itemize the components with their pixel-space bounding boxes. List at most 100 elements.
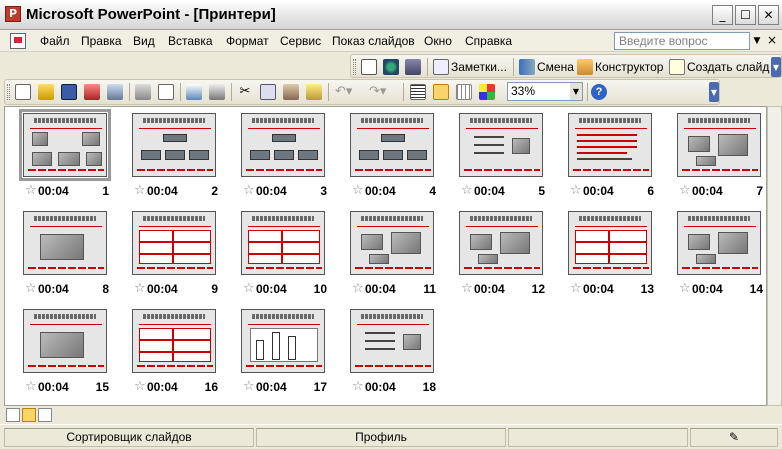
permission-icon[interactable]	[84, 84, 100, 100]
redo-icon[interactable]: ↷▾	[369, 84, 386, 100]
slideshow-view-icon[interactable]	[38, 408, 52, 422]
animation-star-icon[interactable]: ☆	[243, 281, 255, 296]
slide-thumbnail[interactable]	[241, 113, 325, 177]
slide-thumbnail[interactable]	[568, 113, 652, 177]
animation-star-icon[interactable]: ☆	[679, 183, 691, 198]
designer-button[interactable]: Конструктор	[595, 60, 663, 74]
animation-star-icon[interactable]: ☆	[352, 183, 364, 198]
animation-star-icon[interactable]: ☆	[134, 183, 146, 198]
maximize-button[interactable]: ☐	[735, 5, 756, 25]
undo-icon[interactable]: ↶▾	[335, 84, 352, 100]
chevron-down-icon[interactable]: ▼	[570, 83, 582, 100]
view-bar	[4, 407, 782, 424]
animation-star-icon[interactable]: ☆	[352, 281, 364, 296]
help-search-input[interactable]: Введите вопрос	[614, 32, 750, 50]
new-slide-icon[interactable]	[669, 59, 685, 75]
separator	[587, 83, 588, 101]
transition-icon[interactable]	[519, 59, 535, 75]
animation-star-icon[interactable]: ☆	[461, 281, 473, 296]
print-preview-icon[interactable]	[158, 84, 174, 100]
powerpoint-icon[interactable]: P	[5, 6, 21, 22]
menu-help[interactable]: Справка	[465, 34, 512, 48]
print-icon[interactable]	[135, 84, 151, 100]
animation-star-icon[interactable]: ☆	[134, 281, 146, 296]
transition-button[interactable]: Смена	[537, 60, 574, 74]
notes-icon[interactable]	[433, 59, 449, 75]
spelling-status-icon[interactable]: ✎	[690, 428, 778, 447]
animation-star-icon[interactable]: ☆	[679, 281, 691, 296]
animation-star-icon[interactable]: ☆	[25, 379, 37, 394]
toolbar-options-icon[interactable]: ▼	[709, 82, 719, 102]
animation-star-icon[interactable]: ☆	[25, 281, 37, 296]
toolbar-grip[interactable]	[7, 84, 10, 100]
slide-thumbnail[interactable]	[132, 113, 216, 177]
separator	[231, 83, 232, 101]
grid-icon[interactable]	[456, 84, 472, 100]
animation-star-icon[interactable]: ☆	[352, 379, 364, 394]
slide-thumbnail[interactable]	[241, 309, 325, 373]
menu-insert[interactable]: Вставка	[168, 34, 213, 48]
vertical-scrollbar[interactable]	[767, 106, 782, 406]
animation-star-icon[interactable]: ☆	[134, 379, 146, 394]
status-template: Профиль	[256, 428, 506, 447]
slide-thumbnail[interactable]	[568, 211, 652, 275]
spelling-icon[interactable]	[186, 84, 202, 100]
menu-edit[interactable]: Правка	[81, 34, 122, 48]
slide-sorter-view-icon[interactable]	[22, 408, 36, 422]
email-icon[interactable]	[107, 84, 123, 100]
close-button[interactable]: ✕	[758, 5, 779, 25]
menu-view[interactable]: Вид	[133, 34, 155, 48]
notes-button[interactable]: Заметки...	[451, 60, 507, 74]
zoom-select[interactable]: 33% ▼	[507, 82, 583, 101]
animation-star-icon[interactable]: ☆	[243, 379, 255, 394]
slide-thumbnail[interactable]	[350, 211, 434, 275]
cut-icon[interactable]: ✂	[237, 84, 253, 100]
toolbar-grip[interactable]	[353, 59, 356, 75]
slide-thumbnail[interactable]	[350, 113, 434, 177]
slide-thumbnail[interactable]	[241, 211, 325, 275]
chevron-down-icon[interactable]: ▼	[751, 33, 763, 49]
minimize-button[interactable]: _	[712, 5, 733, 25]
menu-slideshow[interactable]: Показ слайдов	[332, 34, 415, 48]
menu-file[interactable]: Файл	[40, 34, 70, 48]
rehearse-icon[interactable]	[383, 59, 399, 75]
slide-thumbnail[interactable]	[132, 309, 216, 373]
slide-thumbnail[interactable]	[19, 109, 111, 181]
save-icon[interactable]	[61, 84, 77, 100]
doc-close-icon[interactable]: ×	[767, 33, 777, 47]
slide-thumbnail[interactable]	[23, 309, 107, 373]
copy-icon[interactable]	[260, 84, 276, 100]
slide-thumbnail[interactable]	[23, 211, 107, 275]
slide-thumbnail[interactable]	[677, 113, 761, 177]
expand-all-icon[interactable]	[410, 84, 426, 100]
slide-thumbnail[interactable]	[459, 113, 543, 177]
open-folder-icon[interactable]	[38, 84, 54, 100]
help-icon[interactable]: ?	[591, 84, 607, 100]
menu-tools[interactable]: Сервис	[280, 34, 321, 48]
research-icon[interactable]	[209, 84, 225, 100]
menu-format[interactable]: Формат	[226, 34, 269, 48]
design-icon[interactable]	[577, 59, 593, 75]
document-icon[interactable]	[10, 33, 26, 49]
animation-star-icon[interactable]: ☆	[243, 183, 255, 198]
slide-thumbnail[interactable]	[677, 211, 761, 275]
hide-slide-icon[interactable]	[361, 59, 377, 75]
animation-star-icon[interactable]: ☆	[570, 281, 582, 296]
color-grayscale-icon[interactable]	[479, 84, 495, 100]
animation-star-icon[interactable]: ☆	[25, 183, 37, 198]
animation-star-icon[interactable]: ☆	[570, 183, 582, 198]
menu-window[interactable]: Окно	[424, 34, 452, 48]
format-painter-icon[interactable]	[306, 84, 322, 100]
summary-icon[interactable]	[405, 59, 421, 75]
slide-thumbnail[interactable]	[132, 211, 216, 275]
slide-number: 18	[422, 380, 436, 394]
slide-thumbnail[interactable]	[350, 309, 434, 373]
new-document-icon[interactable]	[15, 84, 31, 100]
normal-view-icon[interactable]	[6, 408, 20, 422]
animation-star-icon[interactable]: ☆	[461, 183, 473, 198]
slide-thumbnail[interactable]	[459, 211, 543, 275]
toolbar-options-icon[interactable]: ▼	[771, 57, 781, 77]
show-formatting-icon[interactable]	[433, 84, 449, 100]
new-slide-button[interactable]: Создать слайд	[687, 60, 769, 74]
paste-icon[interactable]	[283, 84, 299, 100]
